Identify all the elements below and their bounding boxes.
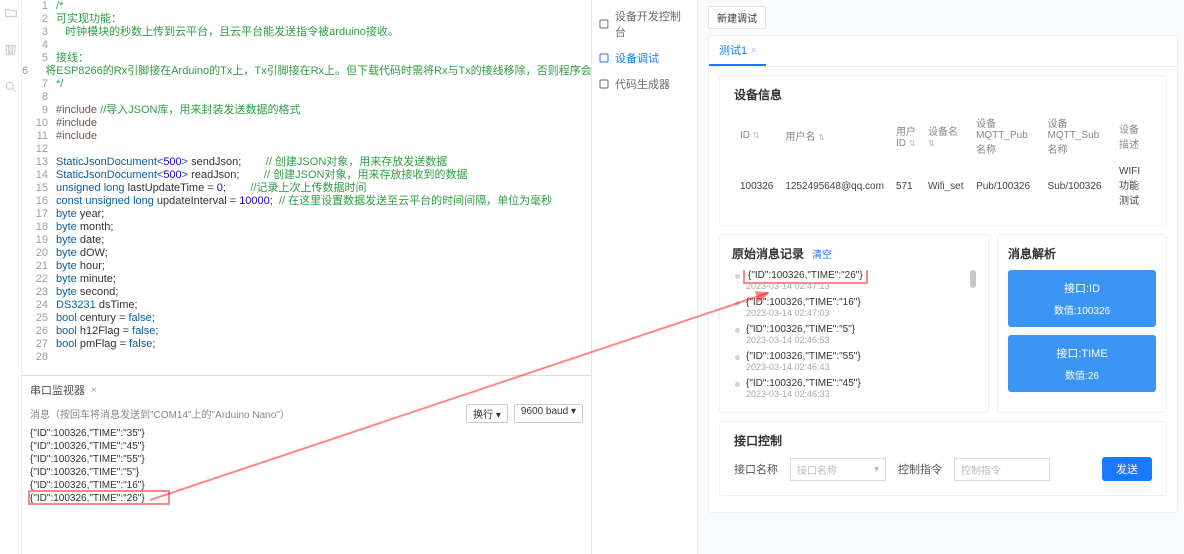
tab-label: 测试1: [719, 42, 747, 58]
message-item[interactable]: {"ID":100326,"TIME":"16"}2023-03-14 02:4…: [732, 297, 976, 318]
control-name-label: 接口名称: [734, 461, 778, 477]
main-card: 测试1 × 设备信息 ID ⇅用户名 ⇅用户ID ⇅设备名 ⇅设备MQTT_Pu…: [708, 35, 1178, 513]
ide-pane: 1/*2可实现功能：3 时钟模块的秒数上传到云平台，且云平台能发送指令被ardu…: [22, 0, 592, 554]
parse-title: 消息解析: [1008, 245, 1156, 262]
control-cmd-input[interactable]: 控制指令: [954, 458, 1050, 481]
raw-messages-title: 原始消息记录: [732, 245, 804, 262]
parse-key: 接口:ID: [1016, 280, 1148, 296]
nav-item-codegen[interactable]: 代码生成器: [598, 76, 691, 92]
serial-monitor-title: 串口监视器: [30, 382, 85, 398]
device-table: ID ⇅用户名 ⇅用户ID ⇅设备名 ⇅设备MQTT_Pub名称设备MQTT_S…: [734, 111, 1152, 213]
serial-hint: 消息（按回车将消息发送到"COM14"上的"Arduino Nano"）: [30, 406, 290, 421]
nav-item-debug[interactable]: 设备调试: [598, 50, 691, 66]
device-info-title: 设备信息: [734, 86, 1152, 103]
nav-item-console[interactable]: 设备开发控制台: [598, 8, 691, 40]
line-ending-select[interactable]: 换行 ▾: [466, 404, 508, 423]
parse-box-id: 接口:ID 数值:100326: [1008, 270, 1156, 327]
ide-icon-rail: [0, 0, 22, 554]
control-cmd-label: 控制指令: [898, 461, 942, 477]
message-item[interactable]: {"ID":100326,"TIME":"45"}2023-03-14 02:4…: [732, 378, 976, 399]
books-icon[interactable]: [4, 43, 18, 62]
center-nav: 设备开发控制台设备调试代码生成器: [592, 0, 698, 554]
search-icon[interactable]: [4, 80, 18, 99]
chevron-down-icon: ▾: [496, 410, 501, 421]
message-list[interactable]: {"ID":100326,"TIME":"26"}2023-03-14 02:4…: [732, 270, 976, 402]
parse-value: 数值:100326: [1016, 302, 1148, 317]
dashboard-pane: 新建调试 测试1 × 设备信息 ID ⇅用户名 ⇅用户ID ⇅设备名 ⇅设备MQ…: [698, 0, 1184, 554]
interface-name-select[interactable]: 接口名称▾: [790, 458, 886, 481]
message-item[interactable]: {"ID":100326,"TIME":"5"}2023-03-14 02:46…: [732, 324, 976, 345]
code-editor[interactable]: 1/*2可实现功能：3 时钟模块的秒数上传到云平台，且云平台能发送指令被ardu…: [22, 0, 591, 375]
parse-box-time: 接口:TIME 数值:26: [1008, 335, 1156, 392]
close-icon[interactable]: ×: [751, 45, 756, 55]
tab-test1[interactable]: 测试1 ×: [709, 36, 766, 66]
scrollbar[interactable]: [968, 270, 976, 402]
message-item[interactable]: {"ID":100326,"TIME":"26"}2023-03-14 02:4…: [732, 270, 976, 291]
chevron-down-icon: ▾: [571, 406, 576, 417]
baud-select[interactable]: 9600 baud ▾: [514, 404, 583, 423]
raw-messages-card: 原始消息记录 清空 {"ID":100326,"TIME":"26"}2023-…: [719, 234, 989, 413]
chevron-down-icon: ▾: [874, 464, 879, 475]
device-info-card: 设备信息 ID ⇅用户名 ⇅用户ID ⇅设备名 ⇅设备MQTT_Pub名称设备M…: [719, 75, 1167, 226]
parse-key: 接口:TIME: [1016, 345, 1148, 361]
control-title: 接口控制: [734, 432, 1152, 449]
serial-monitor-panel: 串口监视器 × 消息（按回车将消息发送到"COM14"上的"Arduino Na…: [22, 375, 591, 554]
clear-messages-link[interactable]: 清空: [812, 246, 832, 261]
message-item[interactable]: {"ID":100326,"TIME":"55"}2023-03-14 02:4…: [732, 351, 976, 372]
close-icon[interactable]: ×: [91, 385, 97, 396]
parse-value: 数值:26: [1016, 367, 1148, 382]
send-button[interactable]: 发送: [1102, 457, 1152, 481]
interface-control-card: 接口控制 接口名称 接口名称▾ 控制指令 控制指令 发送: [719, 421, 1167, 496]
folder-icon[interactable]: [4, 6, 18, 25]
new-debug-button[interactable]: 新建调试: [708, 6, 766, 29]
serial-output: {"ID":100326,"TIME":"35"}{"ID":100326,"T…: [30, 427, 583, 505]
parse-card: 消息解析 接口:ID 数值:100326 接口:TIME 数值:26: [997, 234, 1167, 413]
